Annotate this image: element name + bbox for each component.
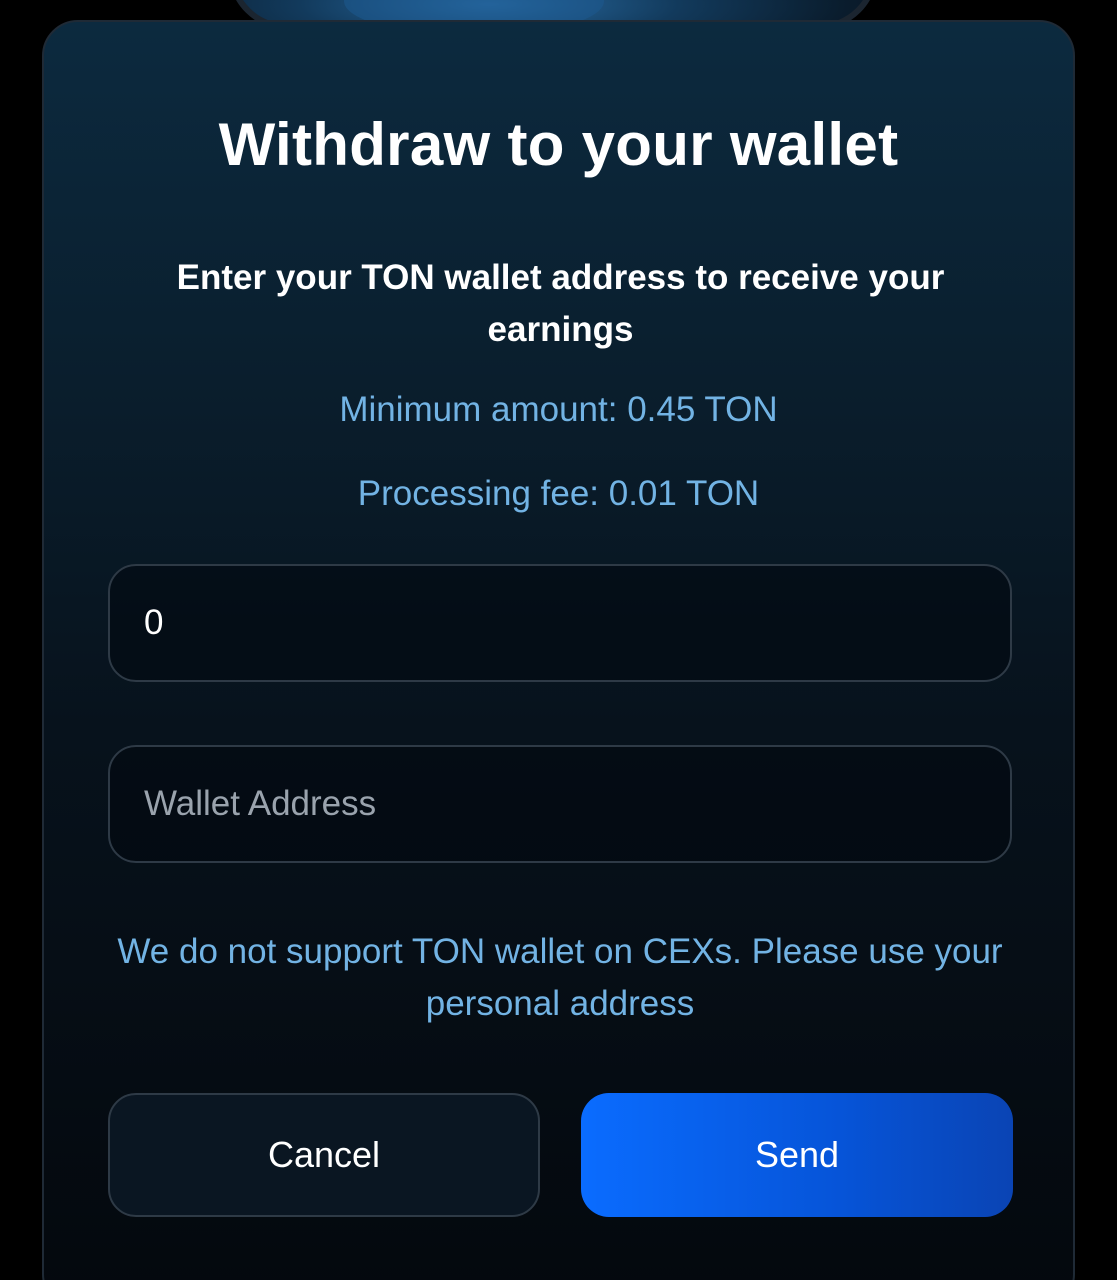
modal-title: Withdraw to your wallet (218, 111, 899, 178)
screen: Withdraw to your wallet Enter your TON w… (0, 0, 1117, 1280)
modal-subtitle: Enter your TON wallet address to receive… (176, 258, 945, 349)
cancel-button[interactable]: Cancel (108, 1093, 540, 1217)
amount-input[interactable] (144, 566, 1010, 680)
wallet-address-field[interactable] (108, 745, 1012, 863)
processing-fee-text: Processing fee: 0.01 TON (357, 474, 760, 513)
minimum-amount-text: Minimum amount: 0.45 TON (339, 390, 778, 429)
cex-warning-text: We do not support TON wallet on CEXs. Pl… (117, 932, 1003, 1023)
send-button[interactable]: Send (581, 1093, 1013, 1217)
withdraw-modal: Withdraw to your wallet Enter your TON w… (42, 20, 1075, 1280)
wallet-address-input[interactable] (144, 747, 1010, 861)
amount-field[interactable] (108, 564, 1012, 682)
